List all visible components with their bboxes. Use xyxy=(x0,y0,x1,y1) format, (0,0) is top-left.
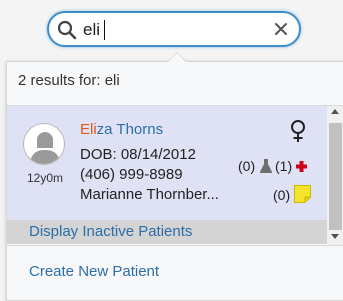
patient-dob: DOB: 08/14/2012 xyxy=(80,146,196,163)
search-box[interactable] xyxy=(47,11,301,47)
patient-age: 12y0m xyxy=(27,171,64,185)
patient-phone: (406) 999-8989 xyxy=(80,166,183,183)
person-icon xyxy=(30,132,60,164)
display-inactive-label: Display Inactive Patients xyxy=(29,223,193,240)
medication-count: (1) xyxy=(275,158,293,174)
sticky-note-icon xyxy=(294,185,311,203)
name-match-highlight: Eli xyxy=(80,121,97,138)
results-count: 2 results for: eli xyxy=(18,72,120,89)
close-icon[interactable] xyxy=(273,21,289,37)
medical-cross-icon xyxy=(296,161,307,172)
flask-icon xyxy=(260,159,272,173)
lab-count: (0) xyxy=(238,158,256,174)
scroll-thumb[interactable] xyxy=(329,123,342,230)
scroll-down-arrow-icon[interactable] xyxy=(331,234,339,239)
patient-guardian: Marianne Thornber... xyxy=(80,186,219,203)
display-inactive-patients-button[interactable]: Display Inactive Patients xyxy=(7,220,327,244)
patient-name[interactable]: Eliza Thorns xyxy=(80,121,163,138)
divider xyxy=(7,245,343,246)
text-caret xyxy=(104,20,105,40)
search-results-dropdown: 2 results for: eli 12y0m Eliza Thorns DO… xyxy=(6,61,343,301)
dropdown-pointer-fill xyxy=(168,53,186,62)
search-icon xyxy=(57,20,77,40)
create-new-patient-link[interactable]: Create New Patient xyxy=(29,263,159,280)
name-rest: za Thorns xyxy=(96,121,164,138)
results-scrollbar[interactable] xyxy=(327,106,343,245)
female-icon xyxy=(291,120,305,142)
patient-search-widget: 2 results for: eli 12y0m Eliza Thorns DO… xyxy=(0,0,343,301)
patient-result-card[interactable]: 12y0m Eliza Thorns DOB: 08/14/2012 (406)… xyxy=(7,106,327,220)
note-count: (0) xyxy=(273,187,291,203)
search-input[interactable] xyxy=(83,19,273,41)
scroll-up-arrow-icon[interactable] xyxy=(331,109,339,114)
avatar xyxy=(23,123,65,165)
